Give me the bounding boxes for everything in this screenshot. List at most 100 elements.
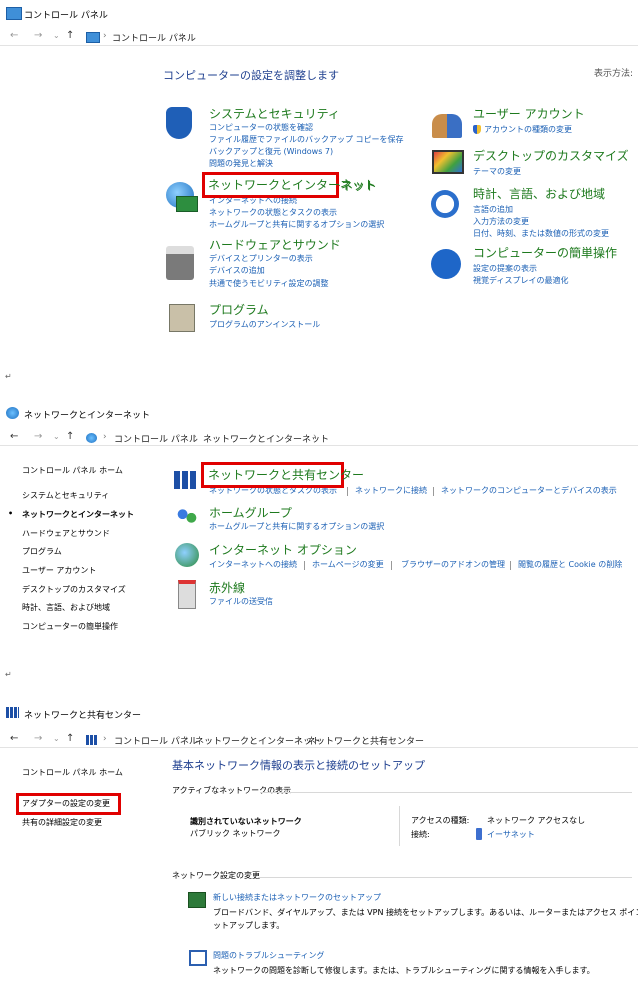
chevron-down-icon[interactable]: ⌄ xyxy=(53,31,60,40)
page-heading: 基本ネットワーク情報の表示と接続のセットアップ xyxy=(172,759,425,772)
connection-value-link[interactable]: イーサネット xyxy=(487,830,535,840)
link-file-history[interactable]: ファイル履歴でファイルのバックアップ コピーを保存 xyxy=(209,135,404,145)
link-suggestions[interactable]: 設定の提案の表示 xyxy=(473,264,537,274)
link-delete-history[interactable]: 閲覧の履歴と Cookie の削除 xyxy=(518,560,622,570)
link-mobility-settings[interactable]: 共通で使うモビリティ設定の調整 xyxy=(209,279,329,289)
breadcrumb-separator: › xyxy=(103,734,107,744)
link-date-time-format[interactable]: 日付、時刻、または数値の形式の変更 xyxy=(473,229,609,239)
sidebar-control-panel-home[interactable]: コントロール パネル ホーム xyxy=(22,466,123,476)
sidebar-item-clock-language[interactable]: 時計、言語、および地域 xyxy=(22,603,110,613)
breadcrumb-separator: › xyxy=(297,734,301,744)
window-title: コントロール パネル xyxy=(24,11,108,21)
breadcrumb-separator: › xyxy=(185,734,189,744)
sidebar-active-bullet: • xyxy=(8,509,14,518)
sidebar-item-network-internet[interactable]: ネットワークとインターネット xyxy=(22,510,134,520)
link-uninstall-program[interactable]: プログラムのアンインストール xyxy=(209,320,320,330)
category-internet-options[interactable]: インターネット オプション xyxy=(209,543,357,557)
category-programs[interactable]: プログラム xyxy=(209,303,269,317)
active-networks-label: アクティブなネットワークの表示 xyxy=(172,786,292,795)
window-title: ネットワークと共有センター xyxy=(24,711,142,721)
link-input-method[interactable]: 入力方法の変更 xyxy=(473,217,529,227)
forward-arrow-icon[interactable]: → xyxy=(34,431,42,442)
category-desktop-customization[interactable]: デスクトップのカスタマイズ xyxy=(473,149,629,163)
link-homegroup-options[interactable]: ホームグループと共有に関するオプションの選択 xyxy=(209,522,384,532)
link-send-receive-files[interactable]: ファイルの送受信 xyxy=(209,597,273,607)
link-add-language[interactable]: 言語の追加 xyxy=(473,205,513,215)
breadcrumb-control-panel[interactable]: コントロール パネル xyxy=(112,31,196,44)
link-devices-printers[interactable]: デバイスとプリンターの表示 xyxy=(209,254,313,264)
category-clock-language[interactable]: 時計、言語、および地域 xyxy=(473,187,605,201)
back-arrow-icon[interactable]: ← xyxy=(10,431,18,442)
vertical-divider xyxy=(399,806,400,846)
category-user-accounts[interactable]: ユーザー アカウント xyxy=(473,107,585,121)
chevron-down-icon[interactable]: ⌄ xyxy=(53,734,60,743)
sidebar-item-system-security[interactable]: システムとセキュリティ xyxy=(22,491,109,501)
category-infrared[interactable]: 赤外線 xyxy=(209,581,245,595)
forward-arrow-icon[interactable]: → xyxy=(34,733,42,744)
category-network-sharing-center[interactable]: ネットワークと共有センター xyxy=(208,468,364,482)
category-hardware-sound[interactable]: ハードウェアとサウンド xyxy=(209,238,341,252)
sidebar-item-user-accounts[interactable]: ユーザー アカウント xyxy=(22,566,96,576)
breadcrumb-separator: › xyxy=(103,432,107,442)
network-name: 識別されていないネットワーク xyxy=(190,817,302,826)
link-account-type[interactable]: アカウントの種類の変更 xyxy=(484,125,572,135)
back-arrow-icon[interactable]: ← xyxy=(10,30,18,41)
category-system-security[interactable]: システムとセキュリティ xyxy=(209,107,340,121)
network-small-icon xyxy=(86,433,97,443)
troubleshoot-desc: ネットワークの問題を診断して修復します。または、トラブルシューティングに関する情… xyxy=(213,966,595,975)
link-check-status[interactable]: コンピューターの状態を確認 xyxy=(209,123,313,133)
users-icon xyxy=(432,114,462,138)
programs-icon xyxy=(169,304,195,332)
category-homegroup[interactable]: ホームグループ xyxy=(209,506,292,520)
forward-arrow-icon[interactable]: → xyxy=(34,30,42,41)
ease-of-access-icon xyxy=(431,249,461,279)
monitor-icon xyxy=(176,196,198,212)
troubleshoot-icon xyxy=(189,950,207,966)
link-connect-internet[interactable]: インターネットへの接続 xyxy=(209,560,297,570)
internet-options-icon xyxy=(175,543,199,567)
sidebar-control-panel-home[interactable]: コントロール パネル ホーム xyxy=(22,768,123,778)
ethernet-icon xyxy=(476,828,482,840)
up-arrow-icon[interactable]: ↑ xyxy=(66,431,74,442)
sharing-center-window-icon xyxy=(6,707,19,718)
link-add-device[interactable]: デバイスの追加 xyxy=(209,266,265,276)
shield-icon xyxy=(166,107,192,139)
separator xyxy=(433,487,434,496)
link-network-status[interactable]: ネットワークの状態とタスクの表示 xyxy=(209,208,337,218)
link-optimize-display[interactable]: 視覚ディスプレイの最適化 xyxy=(473,276,568,286)
link-backup-restore[interactable]: バックアップと復元 (Windows 7) xyxy=(209,147,333,157)
new-connection-icon xyxy=(188,892,206,908)
sidebar-item-hardware-sound[interactable]: ハードウェアとサウンド xyxy=(22,529,110,539)
sidebar-change-adapter-settings[interactable]: アダプターの設定の変更 xyxy=(22,799,110,809)
sidebar-advanced-sharing[interactable]: 共有の詳細設定の変更 xyxy=(22,818,102,828)
category-ease-of-access[interactable]: コンピューターの簡単操作 xyxy=(473,246,617,260)
breadcrumb-network-internet[interactable]: ネットワークとインターネット xyxy=(195,734,321,747)
link-find-fix[interactable]: 問題の発見と解決 xyxy=(209,159,273,169)
sidebar-item-programs[interactable]: プログラム xyxy=(22,547,62,557)
back-arrow-icon[interactable]: ← xyxy=(10,733,18,744)
breadcrumb-control-panel[interactable]: コントロール パネル xyxy=(114,432,198,445)
sharing-center-small-icon xyxy=(86,735,97,745)
up-arrow-icon[interactable]: ↑ xyxy=(66,30,74,41)
new-connection-desc-2: ットアップします。 xyxy=(213,921,285,930)
separator xyxy=(510,561,511,570)
sidebar-item-ease-of-access[interactable]: コンピューターの簡単操作 xyxy=(22,622,118,632)
breadcrumb-network-sharing-center[interactable]: ネットワークと共有センター xyxy=(307,734,424,747)
up-arrow-icon[interactable]: ↑ xyxy=(66,733,74,744)
link-troubleshoot[interactable]: 問題のトラブルシューティング xyxy=(213,951,325,961)
access-type-label: アクセスの種類: xyxy=(411,816,470,825)
link-homegroup-sharing[interactable]: ホームグループと共有に関するオプションの選択 xyxy=(209,220,384,230)
sidebar-item-desktop-customization[interactable]: デスクトップのカスタマイズ xyxy=(22,585,126,595)
category-network-internet-highlighted[interactable]: ネットワークとインターネット xyxy=(208,178,376,192)
separator xyxy=(347,487,348,496)
breadcrumb-separator: › xyxy=(103,31,107,41)
link-change-homepage[interactable]: ホームページの変更 xyxy=(312,560,384,570)
link-connect-network[interactable]: ネットワークに接続 xyxy=(355,486,427,496)
chevron-down-icon[interactable]: ⌄ xyxy=(53,432,60,441)
link-view-network-computers[interactable]: ネットワークのコンピューターとデバイスの表示 xyxy=(441,486,617,496)
desktop-customize-icon xyxy=(432,150,464,174)
breadcrumb-network-internet[interactable]: ネットワークとインターネット xyxy=(203,432,329,445)
link-manage-addons[interactable]: ブラウザーのアドオンの管理 xyxy=(401,560,505,570)
link-change-theme[interactable]: テーマの変更 xyxy=(473,167,521,177)
link-new-connection[interactable]: 新しい接続またはネットワークのセットアップ xyxy=(213,893,381,903)
